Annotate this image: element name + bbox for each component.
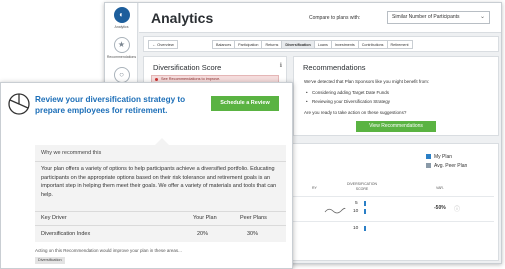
legend-item-my-plan: My Plan bbox=[426, 154, 452, 160]
table-cell: 20% bbox=[197, 231, 209, 237]
legend-swatch bbox=[426, 163, 431, 168]
compare-select[interactable]: Similar Number of Participants ⌄ bbox=[387, 11, 490, 24]
legend-label: Avg. Peer Plan bbox=[434, 163, 468, 169]
table-cell: Diversification Index bbox=[41, 231, 91, 237]
table-header: Your Plan bbox=[193, 215, 217, 221]
alert-icon bbox=[155, 78, 158, 81]
area-chip[interactable]: Diversification bbox=[35, 257, 65, 264]
legend-swatch bbox=[426, 154, 431, 159]
chevron-down-icon: ⌄ bbox=[479, 14, 485, 20]
circle-icon: ○ bbox=[113, 67, 130, 83]
legend-item-peer: Avg. Peer Plan bbox=[426, 163, 467, 169]
compare-label: Compare to plans with: bbox=[309, 15, 361, 21]
tab-contributions[interactable]: Contributions bbox=[358, 40, 388, 49]
variance-value: -50% bbox=[434, 205, 446, 211]
compare-value: Similar Number of Participants bbox=[392, 14, 460, 20]
table-header: Key Driver bbox=[41, 215, 67, 221]
table-cell: 30% bbox=[247, 231, 259, 237]
score-value: 10 bbox=[353, 226, 359, 231]
score-value: 5 bbox=[355, 201, 358, 206]
divider bbox=[35, 161, 286, 162]
schedule-review-button[interactable]: Schedule a Review bbox=[211, 96, 279, 111]
star-icon: ★ bbox=[113, 37, 130, 53]
divider bbox=[35, 211, 286, 212]
rec-intro: We've detected that Plan Sponsors like y… bbox=[304, 79, 430, 84]
panel-title: Diversification Score bbox=[153, 63, 222, 72]
tab-participation[interactable]: Participation bbox=[235, 40, 263, 49]
divider bbox=[35, 225, 286, 226]
score-bar bbox=[364, 226, 366, 231]
view-recommendations-button[interactable]: View Recommendations bbox=[356, 121, 436, 132]
tab-returns[interactable]: Returns bbox=[262, 40, 283, 49]
recommendations-panel: Recommendations We've detected that Plan… bbox=[293, 56, 499, 136]
why-text: Your plan offers a variety of options to… bbox=[41, 166, 277, 198]
score-value: 10 bbox=[353, 209, 359, 214]
alert-text: See Recommendations to improve. bbox=[161, 77, 221, 81]
recommendation-card: Review your diversification strategy to … bbox=[0, 82, 293, 269]
tab-investments[interactable]: Investments bbox=[331, 40, 359, 49]
score-bar bbox=[364, 209, 366, 214]
tabs-bar: ← Overview Balances Participation Return… bbox=[143, 36, 499, 52]
score-bar bbox=[364, 201, 366, 206]
nav-label: Analytics bbox=[114, 25, 129, 29]
info-icon[interactable]: ⓘ bbox=[454, 204, 460, 213]
top-bar: Analytics Compare to plans with: Similar… bbox=[139, 3, 501, 33]
tab-loans[interactable]: Loans bbox=[314, 40, 332, 49]
rec-bullet: Reviewing your Diversification Strategy bbox=[306, 99, 390, 104]
column-header-score: DIVERSIFICATION SCORE bbox=[346, 182, 378, 191]
page-title: Analytics bbox=[151, 10, 214, 26]
nav-item-recommendations[interactable]: ★ Recommendations bbox=[105, 37, 138, 59]
card-title: Review your diversification strategy to … bbox=[35, 95, 186, 115]
table-header: Peer Plans bbox=[240, 215, 267, 221]
legend-label: My Plan bbox=[434, 154, 453, 160]
panel-title: Recommendations bbox=[303, 63, 366, 72]
column-header-partial: RY bbox=[312, 186, 317, 190]
tabs: Balances Participation Returns Diversifi… bbox=[212, 40, 413, 49]
column-header-var: VAR. bbox=[436, 186, 444, 190]
acting-text: Acting on this Recommendation would impr… bbox=[35, 248, 182, 253]
rec-question: Are you ready to take action on these su… bbox=[304, 110, 407, 115]
nav-label: Recommendations bbox=[106, 55, 137, 59]
tab-retirement[interactable]: Retirement bbox=[387, 40, 413, 49]
gauge-icon: ◐ bbox=[113, 7, 130, 23]
overview-button[interactable]: ← Overview bbox=[148, 40, 178, 49]
why-box: Why we recommend this Your plan offers a… bbox=[35, 138, 286, 242]
tab-balances[interactable]: Balances bbox=[212, 40, 236, 49]
sparkline bbox=[324, 207, 346, 214]
nav-item-analytics[interactable]: ◐ Analytics bbox=[105, 7, 138, 29]
why-heading: Why we recommend this bbox=[41, 150, 102, 156]
pie-chart-icon bbox=[7, 92, 31, 121]
info-icon[interactable]: ℹ bbox=[280, 62, 282, 69]
tab-diversification[interactable]: Diversification bbox=[282, 40, 315, 49]
rec-bullet: Considering adding Target Date Funds bbox=[306, 90, 389, 95]
